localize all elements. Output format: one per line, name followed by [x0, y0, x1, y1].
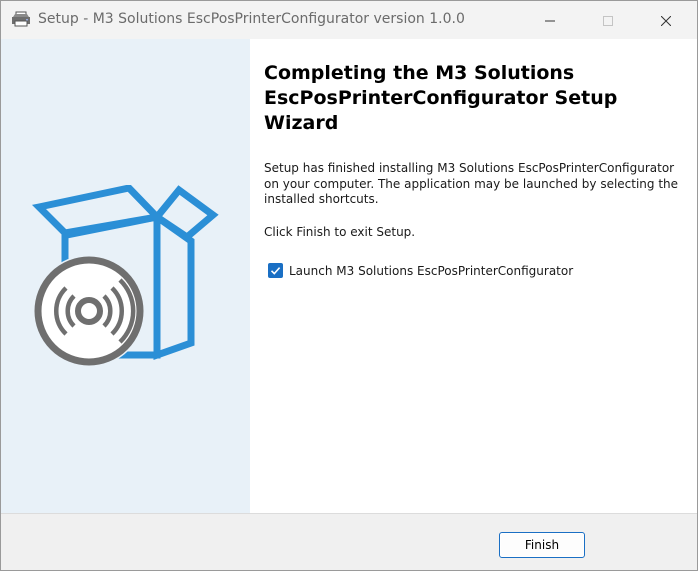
- click-finish-message: Click Finish to exit Setup.: [264, 225, 416, 239]
- printer-icon: [11, 11, 31, 27]
- wizard-side-panel: [1, 39, 250, 513]
- maximize-button[interactable]: [585, 1, 631, 39]
- minimize-icon: [545, 11, 555, 30]
- wizard-content: Completing the M3 Solutions EscPosPrinte…: [250, 39, 697, 513]
- title-bar[interactable]: Setup - M3 Solutions EscPosPrinterConfig…: [1, 1, 697, 39]
- finish-button[interactable]: Finish: [499, 532, 585, 558]
- minimize-button[interactable]: [527, 1, 573, 39]
- wizard-heading: Completing the M3 Solutions EscPosPrinte…: [264, 62, 618, 134]
- close-button[interactable]: [643, 1, 689, 39]
- launch-checkbox-label[interactable]: Launch M3 Solutions EscPosPrinterConfigu…: [289, 264, 573, 278]
- window-title: Setup - M3 Solutions EscPosPrinterConfig…: [38, 11, 465, 27]
- finished-message: Setup has finished installing M3 Solutio…: [264, 161, 679, 206]
- setup-window: Setup - M3 Solutions EscPosPrinterConfig…: [0, 0, 698, 571]
- launch-checkbox[interactable]: [268, 263, 283, 278]
- button-bar: Finish: [1, 513, 697, 570]
- close-icon: [660, 11, 672, 30]
- launch-option[interactable]: Launch M3 Solutions EscPosPrinterConfigu…: [268, 263, 573, 278]
- checkmark-icon: [270, 261, 281, 280]
- maximize-icon: [603, 11, 613, 30]
- software-box-with-disc-icon: [29, 184, 221, 373]
